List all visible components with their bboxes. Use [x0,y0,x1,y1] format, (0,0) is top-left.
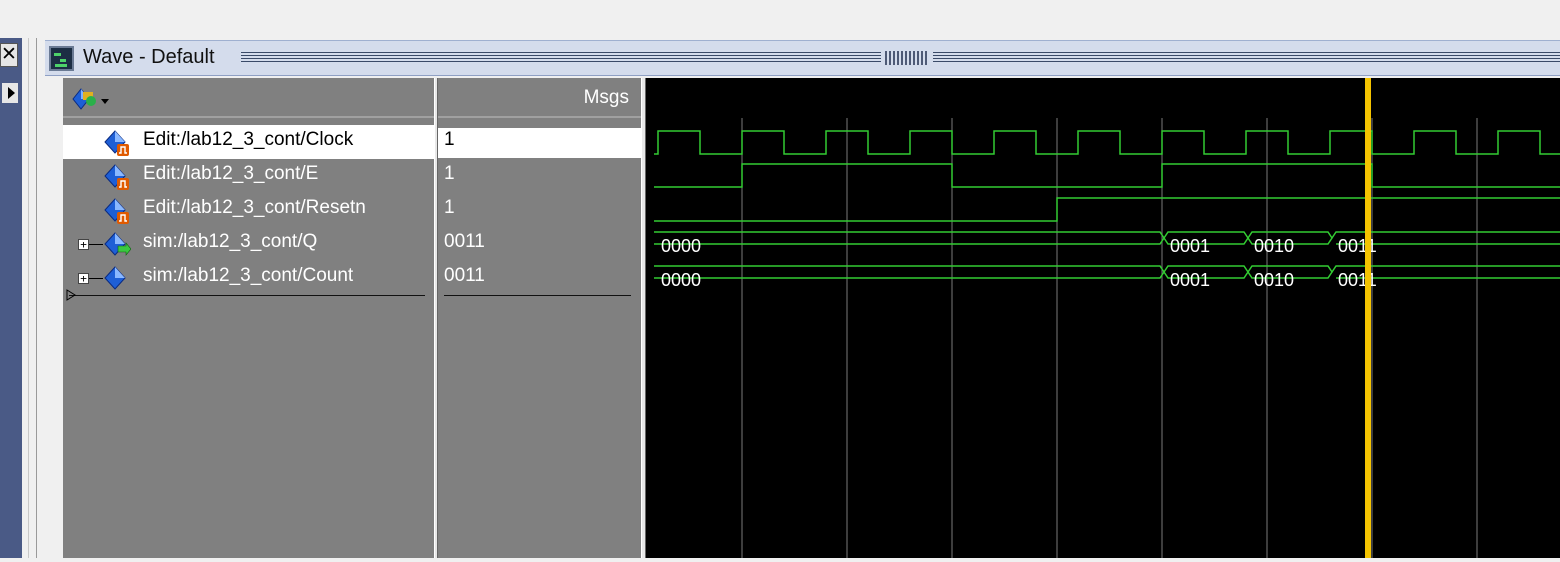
signal-name: Edit:/lab12_3_cont/Clock [143,129,354,150]
signal-row-count[interactable]: + sim:/lab12_3_cont/Count [63,261,434,295]
insert-marker-icon [66,289,76,301]
signal-value: 0011 [444,265,485,286]
count-bus-value: 0001 [1170,270,1210,290]
clock-waveform [654,130,1560,155]
signal-names-pane: Edit:/lab12_3_cont/Clock Edit:/lab12_3_c… [63,78,434,558]
signal-value: 1 [444,197,455,218]
signal-icon [104,266,126,290]
q-bus-waveform [654,231,1560,245]
signal-name: sim:/lab12_3_cont/Count [143,265,354,286]
time-cursor[interactable] [1365,78,1371,558]
signal-row-resetn[interactable]: Edit:/lab12_3_cont/Resetn [63,193,434,227]
waveform-canvas[interactable]: 0000 0001 0010 0011 0000 0001 0010 0011 [646,78,1560,558]
expand-toggle-icon[interactable]: + [78,239,89,250]
signal-name: Edit:/lab12_3_cont/Resetn [143,197,366,218]
tree-connector [89,278,103,279]
output-port-icon [104,232,131,256]
values-pane: Msgs 1 1 1 0011 0011 [438,78,641,558]
q-bus-value: 0000 [661,236,701,256]
edit-signal-icon [104,164,129,190]
drag-handle-icon[interactable] [885,51,929,65]
msgs-column-header: Msgs [583,87,629,108]
list-end-marker [444,295,631,296]
selected-value-highlight [438,128,641,158]
signal-row-clock[interactable]: Edit:/lab12_3_cont/Clock [63,125,434,159]
panel-edge [22,38,45,558]
left-dock-rail [0,38,23,558]
title-grip-left [241,52,881,63]
wave-window-titlebar[interactable]: Wave - Default [45,40,1560,76]
close-icon[interactable]: ✕ [0,43,18,67]
count-bus-value: 0010 [1254,270,1294,290]
e-waveform [654,163,1560,188]
edit-signal-icon [104,198,129,224]
wave-window-icon [49,46,74,71]
top-strip [0,0,1560,38]
window-title: Wave - Default [83,46,215,68]
waveform-pane[interactable]: 0000 0001 0010 0011 0000 0001 0010 0011 [646,78,1560,558]
title-grip-right [933,52,1560,63]
q-bus-value: 0001 [1170,236,1210,256]
count-bus-value: 0000 [661,270,701,290]
resetn-waveform [654,197,1560,222]
signal-value: 0011 [444,231,485,252]
q-bus-value: 0010 [1254,236,1294,256]
list-end-marker [69,295,425,296]
edit-signal-icon [104,130,129,156]
chevron-down-icon [101,99,109,104]
signal-name: sim:/lab12_3_cont/Q [143,231,318,252]
expand-toggle-icon[interactable]: + [78,273,89,284]
add-wave-icon[interactable] [67,86,111,112]
signal-value: 1 [444,129,455,150]
tree-connector [89,244,103,245]
signal-row-q[interactable]: + sim:/lab12_3_cont/Q [63,227,434,261]
signal-row-e[interactable]: Edit:/lab12_3_cont/E [63,159,434,193]
expand-arrow-icon[interactable] [2,83,18,103]
signal-name: Edit:/lab12_3_cont/E [143,163,319,184]
values-header: Msgs [438,78,641,118]
count-bus-waveform [654,265,1560,279]
signal-value: 1 [444,163,455,184]
names-header [63,78,434,118]
